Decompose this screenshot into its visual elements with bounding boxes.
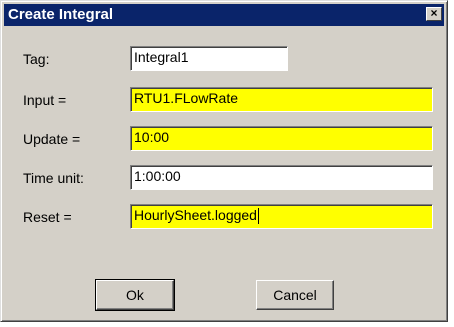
title-bar: Create Integral × <box>4 4 444 26</box>
input-field[interactable]: RTU1.FLowRate <box>130 87 433 112</box>
cancel-button[interactable]: Cancel <box>256 280 334 310</box>
tag-label: Tag: <box>23 51 50 67</box>
time-unit-label: Time unit: <box>23 170 84 186</box>
input-label: Input = <box>23 92 67 108</box>
tag-field[interactable]: Integral1 <box>130 46 288 71</box>
update-value: 10:00 <box>134 129 170 145</box>
text-caret <box>257 208 259 225</box>
tag-value: Integral1 <box>134 49 189 65</box>
update-field[interactable]: 10:00 <box>130 126 433 151</box>
close-button[interactable]: × <box>426 7 442 21</box>
reset-field[interactable]: HourlySheet.logged <box>130 204 433 229</box>
update-label: Update = <box>23 131 81 147</box>
input-value: RTU1.FLowRate <box>134 90 239 106</box>
window-title: Create Integral <box>8 6 114 23</box>
time-unit-value: 1:00:00 <box>134 168 181 184</box>
ok-button[interactable]: Ok <box>95 279 175 311</box>
time-unit-field[interactable]: 1:00:00 <box>130 165 433 190</box>
create-integral-dialog: Create Integral × Tag: Integral1 Input =… <box>0 0 448 322</box>
reset-value: HourlySheet.logged <box>134 207 257 223</box>
reset-label: Reset = <box>23 209 72 225</box>
close-icon: × <box>430 6 438 20</box>
